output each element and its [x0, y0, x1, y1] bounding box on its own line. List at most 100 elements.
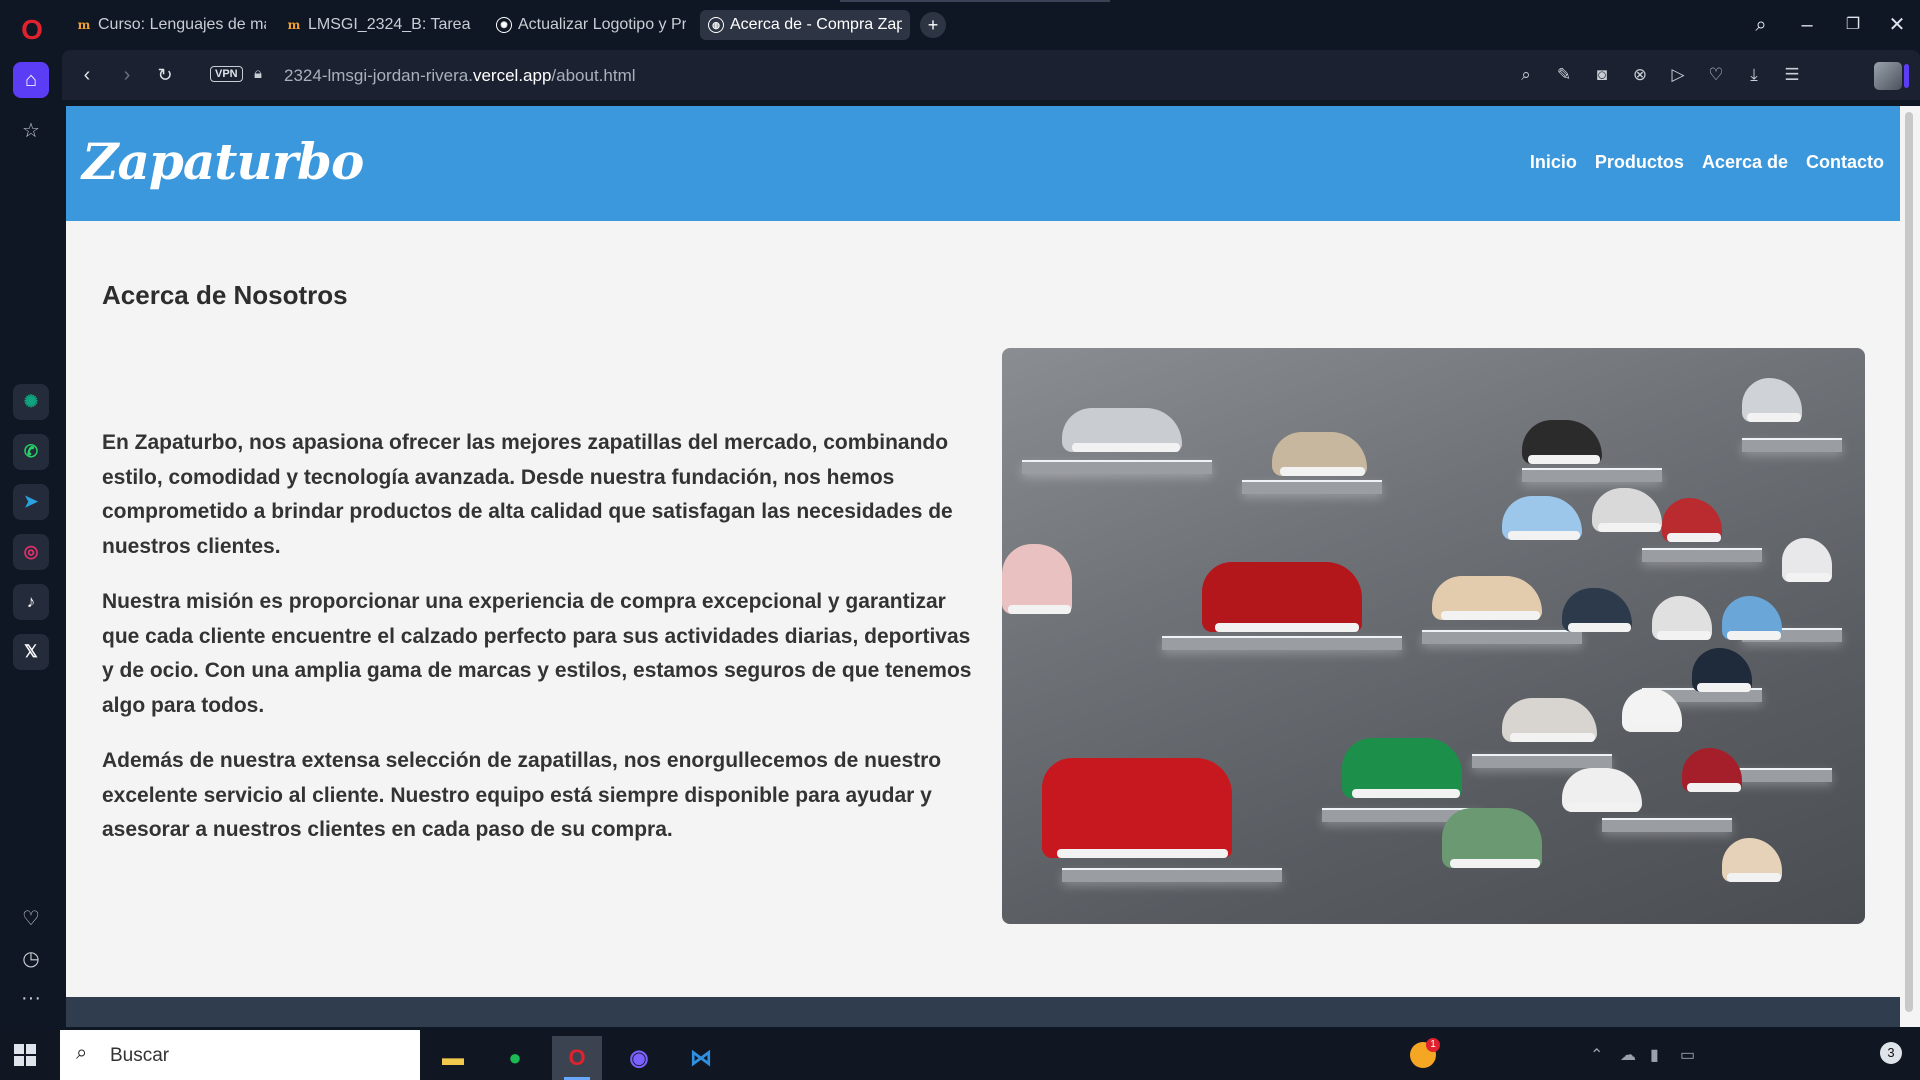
moodle-icon: m	[287, 18, 301, 32]
site-header: Zapaturbo Inicio Productos Acerca de Con…	[66, 106, 1900, 221]
search-placeholder: Buscar	[110, 1045, 170, 1066]
nav-acerca-de[interactable]: Acerca de	[1702, 152, 1788, 173]
reload-icon[interactable]: ↻	[152, 62, 178, 88]
about-text: En Zapaturbo, nos apasiona ofrecer las m…	[102, 426, 972, 869]
shoe	[1662, 498, 1722, 542]
sneaker-wall-photo	[1002, 348, 1865, 924]
vscode-icon[interactable]: ⋈	[676, 1036, 726, 1080]
search-tabs-icon[interactable]: ⌕	[1746, 10, 1776, 40]
shoe	[1502, 496, 1582, 540]
back-icon[interactable]: ‹	[74, 62, 100, 88]
site-logo[interactable]: Zapaturbo	[82, 132, 364, 191]
shoe	[1722, 838, 1782, 882]
shelf	[1522, 468, 1662, 482]
camera-icon[interactable]: ◙	[1590, 63, 1614, 87]
shoe	[1002, 544, 1072, 614]
address-bar: ‹ › ↻ VPN 🔒︎ 2324-lmsgi-jordan-rivera.ve…	[62, 50, 1920, 100]
onedrive-icon[interactable]: ☁	[1620, 1045, 1636, 1065]
shoe	[1062, 408, 1182, 452]
shelf	[1472, 754, 1612, 768]
messenger-icon[interactable]: ◉	[614, 1036, 664, 1080]
site-nav: Inicio Productos Acerca de Contacto	[1530, 152, 1884, 173]
shoe	[1742, 378, 1802, 422]
volume-icon[interactable]: ▭	[1680, 1045, 1695, 1065]
windows-start-icon[interactable]	[14, 1044, 36, 1066]
shoe	[1522, 420, 1602, 464]
url-field[interactable]: 2324-lmsgi-jordan-rivera.vercel.app/abou…	[284, 66, 636, 86]
shoe	[1042, 758, 1232, 858]
star-icon[interactable]: ☆	[13, 112, 49, 148]
shoe	[1562, 588, 1632, 632]
tab-lmsgi[interactable]: m LMSGI_2324_B: Tarea Evalu	[278, 10, 484, 40]
tray-chevron-icon[interactable]: ⌃	[1590, 1045, 1603, 1065]
shelf	[1742, 438, 1842, 452]
forward-icon[interactable]: ›	[114, 62, 140, 88]
nav-inicio[interactable]: Inicio	[1530, 152, 1577, 173]
lock-icon[interactable]: 🔒︎	[254, 65, 262, 82]
tab-acerca-de[interactable]: ◍ Acerca de - Compra Zapat	[700, 10, 910, 40]
heart-icon[interactable]: ♡	[13, 900, 49, 936]
shoe	[1202, 562, 1362, 632]
shelf	[1242, 480, 1382, 494]
close-icon[interactable]: ✕	[1882, 10, 1912, 40]
notification-count[interactable]: 3	[1880, 1042, 1902, 1064]
taskbar: ⌕ Buscar ▬ ● O ◉ ⋈ 1 ⌃ ☁ ▮ ▭ 3	[0, 1030, 1920, 1080]
telegram-icon[interactable]: ➤	[13, 484, 49, 520]
nav-contacto[interactable]: Contacto	[1806, 152, 1884, 173]
history-icon[interactable]: ◷	[13, 940, 49, 976]
opera-taskbar-icon[interactable]: O	[552, 1036, 602, 1080]
restore-icon[interactable]: ❐	[1838, 10, 1868, 40]
adblock-icon[interactable]: ⊗	[1628, 63, 1652, 87]
heart-icon[interactable]: ♡	[1704, 63, 1728, 87]
nav-productos[interactable]: Productos	[1595, 152, 1684, 173]
instagram-icon[interactable]: ◎	[13, 534, 49, 570]
sidebar-accent	[1904, 64, 1909, 88]
easy-setup-icon[interactable]: ☰	[1780, 63, 1804, 87]
spotify-icon[interactable]: ●	[490, 1036, 540, 1080]
profile-avatar[interactable]	[1874, 62, 1902, 90]
shoe	[1722, 596, 1782, 640]
edit-icon[interactable]: ✎	[1552, 63, 1576, 87]
moodle-icon: m	[77, 18, 91, 32]
page-viewport: Zapaturbo Inicio Productos Acerca de Con…	[66, 106, 1900, 1027]
chatgpt-icon: ✺	[496, 17, 512, 33]
file-explorer-icon[interactable]: ▬	[428, 1036, 478, 1080]
download-icon[interactable]: ⤓	[1742, 63, 1766, 87]
whatsapp-icon[interactable]: ✆	[13, 434, 49, 470]
new-tab-button[interactable]: +	[920, 12, 946, 38]
about-paragraph-2: Nuestra misión es proporcionar una exper…	[102, 590, 972, 717]
home-icon[interactable]: ⌂	[13, 62, 49, 98]
tab-curso[interactable]: m Curso: Lenguajes de marca	[68, 10, 274, 40]
page-scrollbar[interactable]	[1900, 106, 1920, 1027]
shelf	[1022, 460, 1212, 474]
search-icon: ⌕	[76, 1042, 88, 1064]
shoe	[1652, 596, 1712, 640]
shoe	[1592, 488, 1662, 532]
shoe	[1682, 748, 1742, 792]
tab-actualizar[interactable]: ✺ Actualizar Logotipo y Prod	[488, 10, 694, 40]
opera-menu-button[interactable]: O	[14, 12, 50, 48]
tab-bar: O m Curso: Lenguajes de marca m LMSGI_23…	[0, 0, 1920, 50]
tiktok-icon[interactable]: ♪	[13, 584, 49, 620]
vpn-badge[interactable]: VPN	[210, 66, 243, 82]
chatgpt-icon[interactable]: ✺	[13, 384, 49, 420]
minimize-icon[interactable]: –	[1792, 10, 1822, 40]
shoe	[1562, 768, 1642, 812]
shoe	[1782, 538, 1832, 582]
shelf	[1422, 630, 1582, 644]
x-icon[interactable]: 𝕏	[13, 634, 49, 670]
site-footer	[66, 997, 1900, 1027]
more-icon[interactable]: ···	[13, 980, 49, 1016]
weather-badge: 1	[1426, 1038, 1440, 1052]
find-icon[interactable]: ⌕	[1514, 63, 1538, 87]
taskbar-search[interactable]: ⌕ Buscar	[60, 1030, 420, 1080]
send-icon[interactable]: ▷	[1666, 63, 1690, 87]
tab-scroll-indicator	[840, 0, 1110, 2]
about-paragraph-1: En Zapaturbo, nos apasiona ofrecer las m…	[102, 431, 953, 558]
scrollbar-thumb[interactable]	[1905, 112, 1913, 1012]
shoe	[1502, 698, 1597, 742]
shoe	[1342, 738, 1462, 798]
network-icon[interactable]: ▮	[1650, 1045, 1659, 1065]
browser-sidebar: ⌂ ☆ ✺ ✆ ➤ ◎ ♪ 𝕏 ♡ ◷ ···	[0, 50, 62, 1030]
about-paragraph-3: Además de nuestra extensa selección de z…	[102, 749, 942, 841]
